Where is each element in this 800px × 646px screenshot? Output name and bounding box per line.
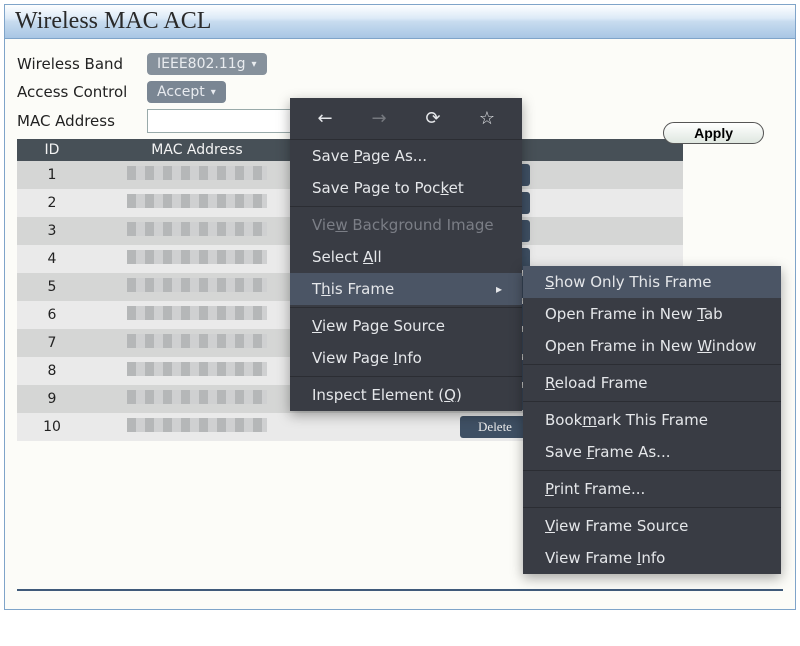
row-id: 10: [17, 413, 87, 441]
sub-reload-frame[interactable]: Reload Frame: [523, 367, 781, 399]
delete-button[interactable]: Delete: [460, 416, 530, 438]
ctx-view-bg-image: View Background Image: [290, 209, 522, 241]
sub-save-frame-as[interactable]: Save Frame As...: [523, 436, 781, 468]
redacted-mac: [127, 418, 267, 432]
access-control-label: Access Control: [17, 83, 147, 101]
redacted-mac: [127, 250, 267, 264]
ctx-view-page-info[interactable]: View Page Info: [290, 342, 522, 374]
context-menu: ← → ⟳ ☆ Save Page As... Save Page to Poc…: [290, 98, 522, 411]
row-mac: [87, 357, 307, 385]
nav-forward-icon[interactable]: →: [369, 108, 389, 129]
redacted-mac: [127, 222, 267, 236]
separator: [523, 470, 781, 471]
sub-show-only-this-frame[interactable]: Show Only This Frame: [523, 266, 781, 298]
row-mac: [87, 217, 307, 245]
chevron-down-icon: ▾: [211, 87, 216, 98]
redacted-mac: [127, 194, 267, 208]
separator: [290, 307, 522, 308]
separator: [523, 364, 781, 365]
mac-address-label: MAC Address: [17, 112, 147, 130]
band-value: IEEE802.11g: [157, 56, 246, 72]
sub-open-frame-new-window[interactable]: Open Frame in New Window: [523, 330, 781, 362]
band-label: Wireless Band: [17, 55, 147, 73]
row-id: 4: [17, 245, 87, 273]
access-control-select[interactable]: Accept ▾: [147, 81, 226, 103]
sub-view-frame-source[interactable]: View Frame Source: [523, 510, 781, 542]
reload-icon[interactable]: ⟳: [423, 108, 443, 129]
separator: [523, 507, 781, 508]
row-mac: [87, 245, 307, 273]
ctx-save-to-pocket[interactable]: Save Page to Pocket: [290, 172, 522, 204]
context-submenu-this-frame: Show Only This Frame Open Frame in New T…: [523, 266, 781, 574]
separator: [523, 401, 781, 402]
row-id: 9: [17, 385, 87, 413]
sub-bookmark-this-frame[interactable]: Bookmark This Frame: [523, 404, 781, 436]
row-id: 7: [17, 329, 87, 357]
row-id: 3: [17, 217, 87, 245]
row-id: 1: [17, 161, 87, 189]
separator: [290, 206, 522, 207]
apply-button[interactable]: Apply: [663, 122, 764, 144]
row-mac: [87, 329, 307, 357]
redacted-mac: [127, 362, 267, 376]
sub-view-frame-info[interactable]: View Frame Info: [523, 542, 781, 574]
ctx-inspect-element[interactable]: Inspect Element (Q): [290, 379, 522, 411]
row-mac: [87, 301, 307, 329]
ctx-select-all[interactable]: Select All: [290, 241, 522, 273]
ctx-view-page-source[interactable]: View Page Source: [290, 310, 522, 342]
row-id: 5: [17, 273, 87, 301]
redacted-mac: [127, 306, 267, 320]
sub-open-frame-new-tab[interactable]: Open Frame in New Tab: [523, 298, 781, 330]
wireless-band-select[interactable]: IEEE802.11g ▾: [147, 53, 267, 75]
nav-back-icon[interactable]: ←: [315, 108, 335, 129]
row-mac: [87, 273, 307, 301]
ctx-save-page-as[interactable]: Save Page As...: [290, 140, 522, 172]
bottom-divider: [17, 589, 783, 591]
row-mac: [87, 413, 307, 441]
redacted-mac: [127, 390, 267, 404]
bookmark-star-icon[interactable]: ☆: [477, 108, 497, 129]
separator: [290, 376, 522, 377]
row-id: 8: [17, 357, 87, 385]
sub-print-frame[interactable]: Print Frame...: [523, 473, 781, 505]
ac-value: Accept: [157, 84, 205, 100]
th-mac: MAC Address: [87, 139, 307, 161]
row-mac: [87, 189, 307, 217]
redacted-mac: [127, 166, 267, 180]
page-title: Wireless MAC ACL: [5, 5, 795, 39]
row-id: 6: [17, 301, 87, 329]
th-id: ID: [17, 139, 87, 161]
redacted-mac: [127, 278, 267, 292]
chevron-down-icon: ▾: [252, 59, 257, 70]
row-mac: [87, 161, 307, 189]
row-id: 2: [17, 189, 87, 217]
row-mac: [87, 385, 307, 413]
submenu-arrow-icon: ▸: [496, 282, 502, 296]
redacted-mac: [127, 334, 267, 348]
ctx-this-frame[interactable]: This Frame▸: [290, 273, 522, 305]
